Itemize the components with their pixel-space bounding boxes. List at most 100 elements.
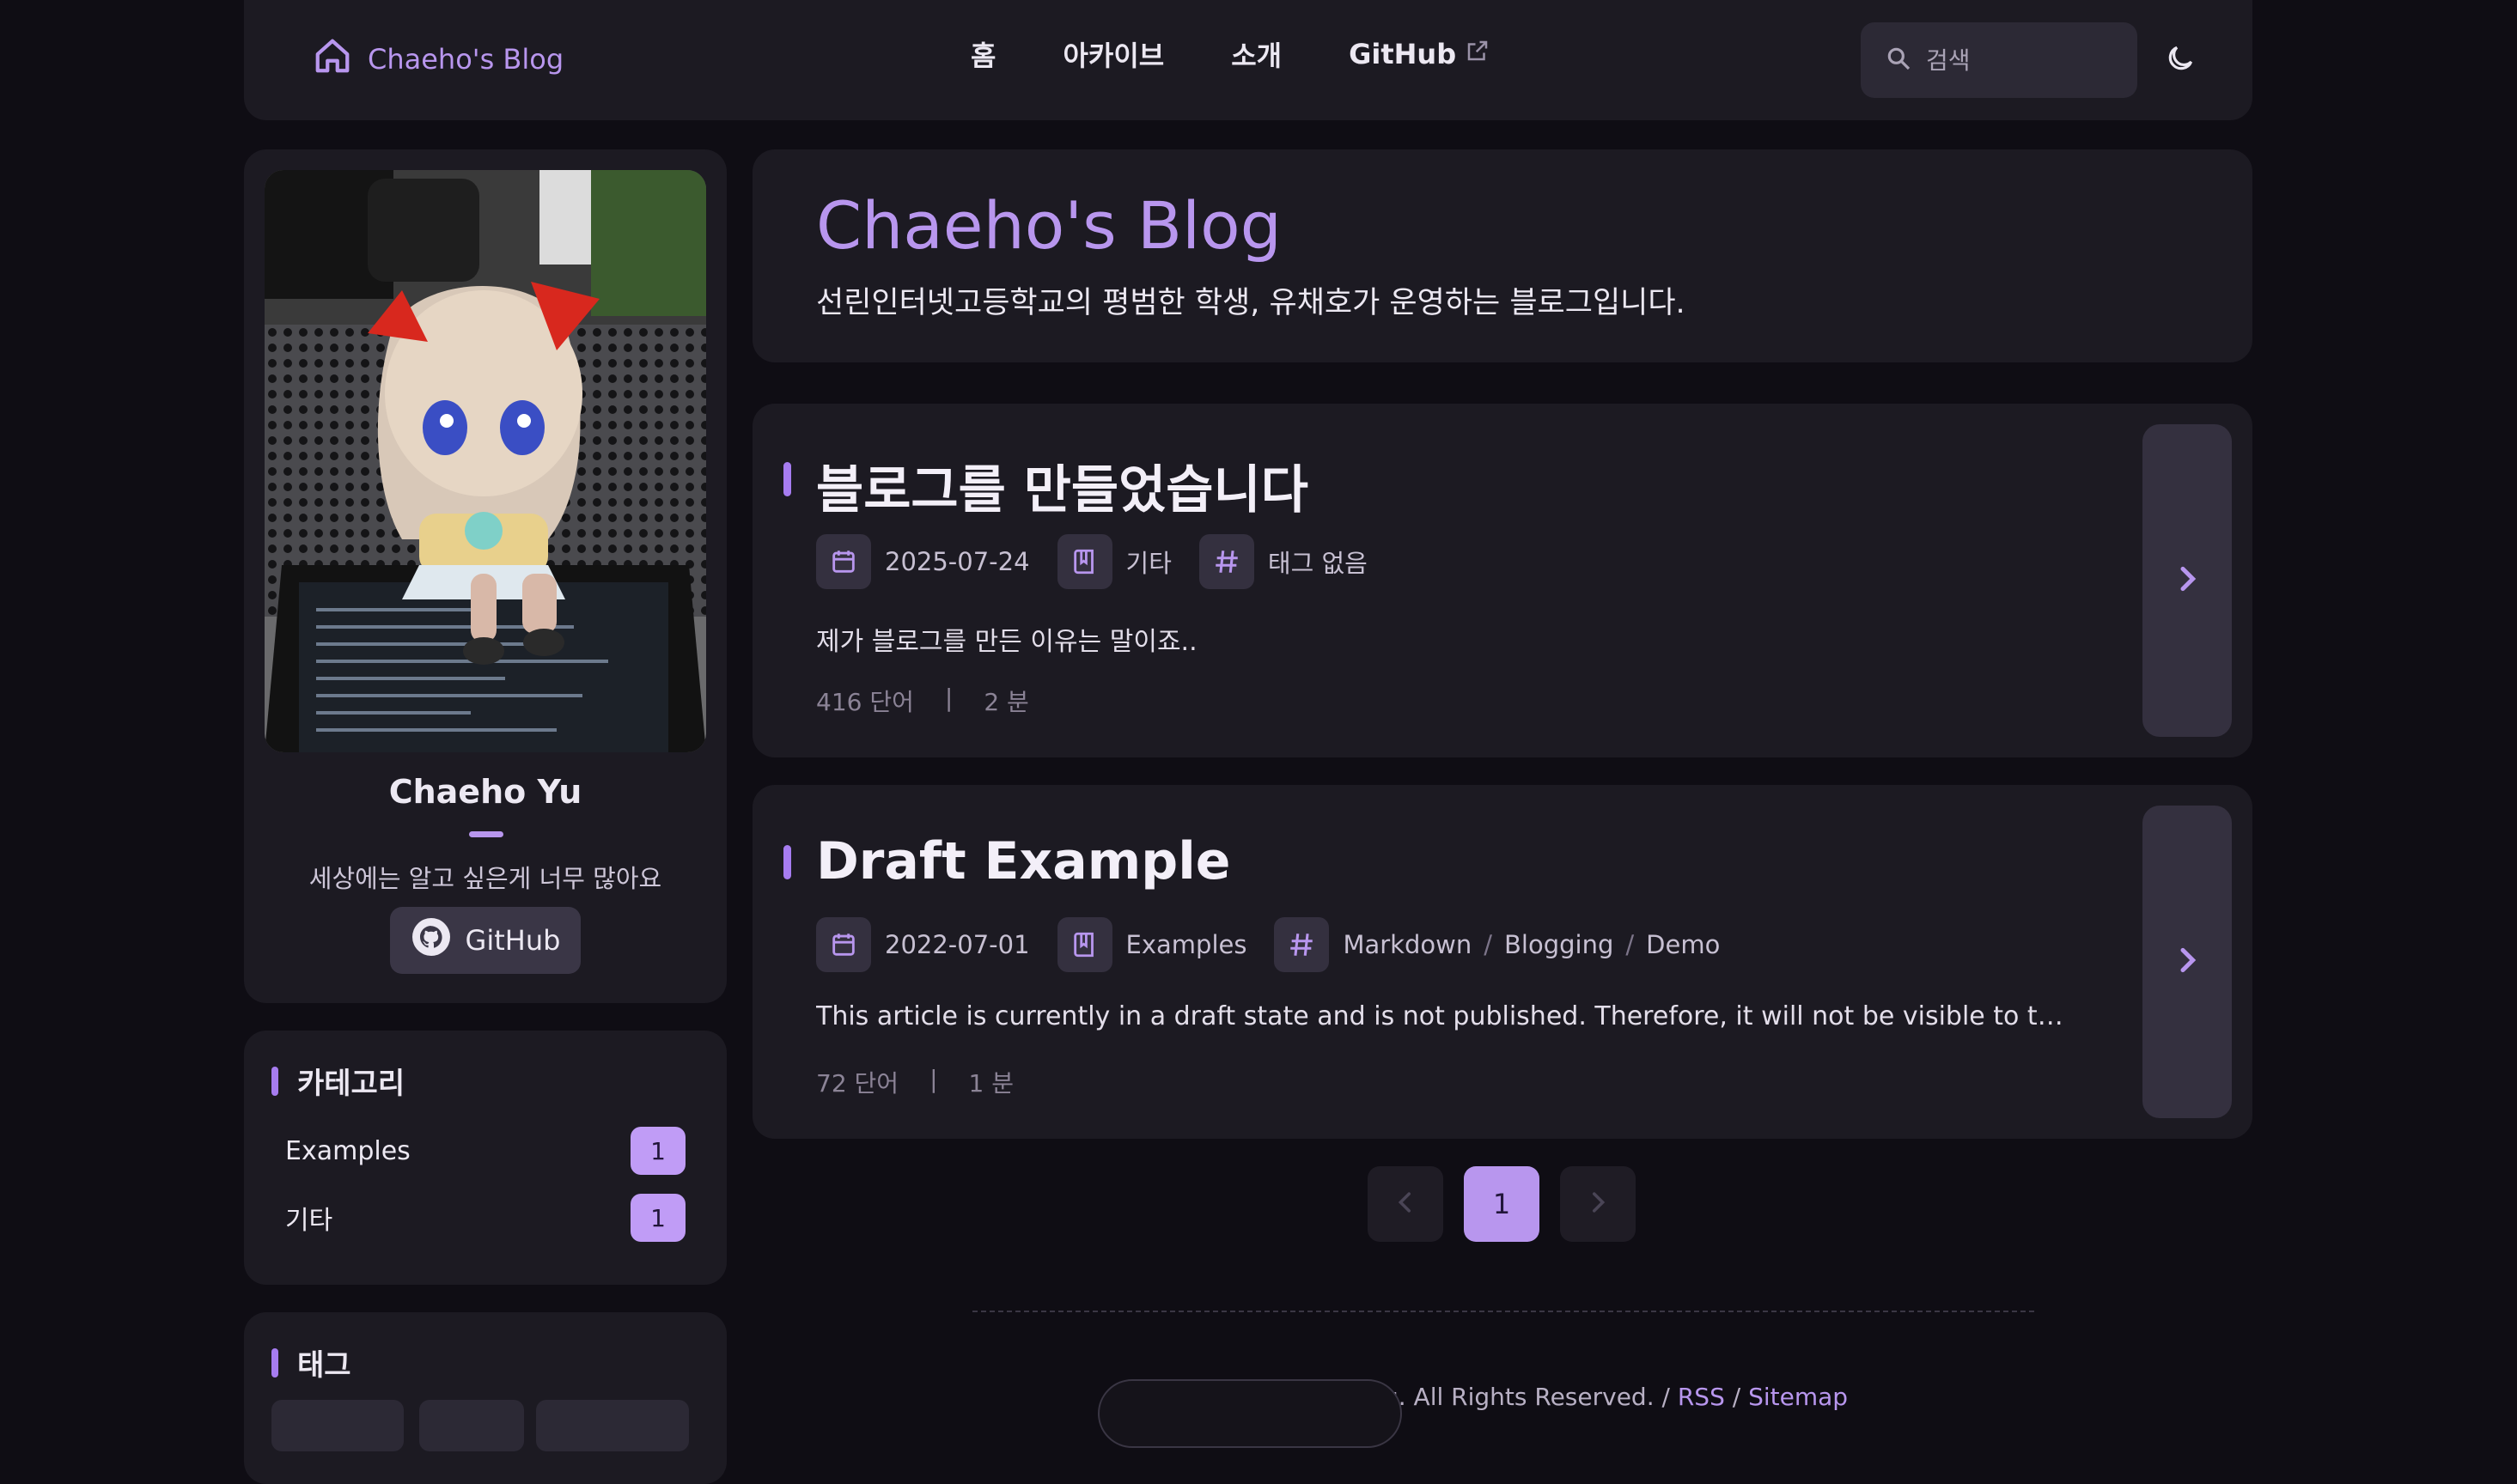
categories-title: 카테고리 [271,1060,405,1102]
post-date: 2022-07-01 [816,917,1030,972]
tags-title-text: 태그 [297,1348,351,1383]
footer-sitemap-link[interactable]: Sitemap [1748,1383,1848,1411]
blog-hero-banner: Chaeho's Blog 선린인터넷고등학교의 평범한 학생, 유채호가 운영… [753,149,2252,362]
category-count-badge: 1 [631,1194,686,1242]
brand-link[interactable]: Chaeho's Blog [313,36,564,82]
post-enter-button[interactable] [2142,424,2232,737]
hash-icon [1198,534,1254,589]
post-tag-none: 태그 없음 [1267,549,1368,578]
hero-title: Chaeho's Blog [816,187,1282,264]
footer-rss-link[interactable]: RSS [1678,1383,1725,1411]
search-input[interactable] [1926,46,2115,75]
nav-link-about[interactable]: 소개 [1231,34,1282,74]
post-read-time: 2 분 [984,688,1029,716]
post-accent-bar [783,462,791,496]
post-category[interactable]: Examples [1057,917,1247,972]
search-box[interactable] [1861,22,2137,98]
category-count-badge: 1 [631,1127,686,1175]
title-accent-bar [271,1066,278,1096]
home-icon [313,36,352,82]
post-excerpt: 제가 블로그를 만든 이유는 말이죠.. [816,627,1198,657]
post-meta: 2025-07-24 기타 태그 없음 [816,534,1395,589]
footer-separator: / [1732,1383,1741,1411]
post-title[interactable]: 블로그를 만들었습니다 [816,448,1308,523]
post-date-text: 2025-07-24 [885,547,1030,576]
chevron-right-icon [1583,1188,1612,1220]
tags-widget: 태그 [244,1312,727,1484]
brand-name: Chaeho's Blog [368,43,564,76]
tag-separator: / [1484,930,1493,959]
categories-title-text: 카테고리 [297,1067,405,1101]
name-underline [469,831,503,837]
categories-widget: 카테고리 Examples 1 기타 1 [244,1031,727,1285]
post-stats: 416 단어 | 2 분 [816,684,1029,718]
nav-link-github[interactable]: GitHub [1349,38,1490,70]
post-category[interactable]: 기타 [1057,534,1172,589]
pagination-next-button[interactable] [1560,1166,1636,1242]
post-card: 블로그를 만들었습니다 2025-07-24 기타 태그 없음 제가 블로그를 … [753,404,2252,757]
category-label: 기타 [285,1206,333,1236]
post-stats: 72 단어 | 1 분 [816,1065,1014,1099]
book-icon [1057,534,1112,589]
category-label: Examples [285,1135,411,1166]
tag-chip[interactable] [271,1400,404,1451]
book-icon [1057,917,1112,972]
nav-links: 홈 아카이브 소개 GitHub [971,34,1490,74]
post-excerpt: This article is currently in a draft sta… [816,1001,2079,1031]
chevron-right-icon [2170,943,2204,981]
post-date: 2025-07-24 [816,534,1030,589]
post-enter-button[interactable] [2142,806,2232,1118]
post-tags: Markdown / Blogging / Demo [1274,917,1720,972]
theme-toggle-button[interactable] [2149,29,2211,91]
profile-bio: 세상에는 알고 싶은게 너무 많아요 [308,864,662,893]
avatar[interactable] [265,170,706,752]
stats-divider: | [929,1065,938,1093]
category-item-examples[interactable]: Examples 1 [285,1127,686,1175]
post-category-text: Examples [1125,930,1247,959]
category-item-etc[interactable]: 기타 1 [285,1194,686,1242]
stats-divider: | [944,684,954,712]
moon-icon [2164,42,2197,78]
github-icon [411,916,452,964]
post-tags: 태그 없음 [1198,534,1368,589]
tag-chip[interactable] [536,1400,689,1451]
pagination-prev-button[interactable] [1368,1166,1443,1242]
footer-divider [972,1311,2034,1312]
footer-copyright: u. All Rights Reserved. / [1383,1383,1670,1411]
footer: u. All Rights Reserved. / RSS / Sitemap [1383,1383,1848,1411]
tag-separator: / [1625,930,1635,959]
nav-link-home[interactable]: 홈 [971,34,996,74]
post-accent-bar [783,845,791,879]
nav-link-github-label: GitHub [1349,38,1457,70]
tags-title: 태그 [271,1341,351,1384]
nav-link-archive[interactable]: 아카이브 [1063,34,1164,74]
post-tag-markdown[interactable]: Markdown [1343,930,1472,959]
external-link-icon [1465,38,1490,70]
post-tag-blogging[interactable]: Blogging [1504,930,1613,959]
hash-icon [1274,917,1330,972]
profile-name: Chaeho Yu [388,773,582,811]
post-date-text: 2022-07-01 [885,930,1030,959]
post-title[interactable]: Draft Example [816,831,1230,891]
profile-card: Chaeho Yu 세상에는 알고 싶은게 너무 많아요 GitHub [244,149,727,1003]
post-word-count: 72 단어 [816,1069,899,1098]
github-profile-label: GitHub [465,924,561,957]
calendar-icon [816,917,871,972]
floating-toolbar[interactable] [1098,1379,1402,1448]
post-meta: 2022-07-01 Examples Markdown / Blogging … [816,917,1747,972]
post-category-text: 기타 [1125,549,1172,578]
hero-description: 선린인터넷고등학교의 평범한 학생, 유채호가 운영하는 블로그입니다. [816,286,1685,320]
post-tag-demo[interactable]: Demo [1646,930,1720,959]
search-icon [1885,45,1912,76]
chevron-right-icon [2170,562,2204,599]
chevron-left-icon [1391,1188,1420,1220]
github-profile-button[interactable]: GitHub [390,907,581,974]
title-accent-bar [271,1347,278,1378]
pagination-page-current[interactable]: 1 [1464,1166,1539,1242]
post-read-time: 1 분 [968,1069,1014,1098]
calendar-icon [816,534,871,589]
post-word-count: 416 단어 [816,688,914,716]
top-navbar: Chaeho's Blog 홈 아카이브 소개 GitHub [244,0,2252,120]
tag-chip[interactable] [419,1400,524,1451]
post-card: Draft Example 2022-07-01 Examples Markdo… [753,785,2252,1139]
